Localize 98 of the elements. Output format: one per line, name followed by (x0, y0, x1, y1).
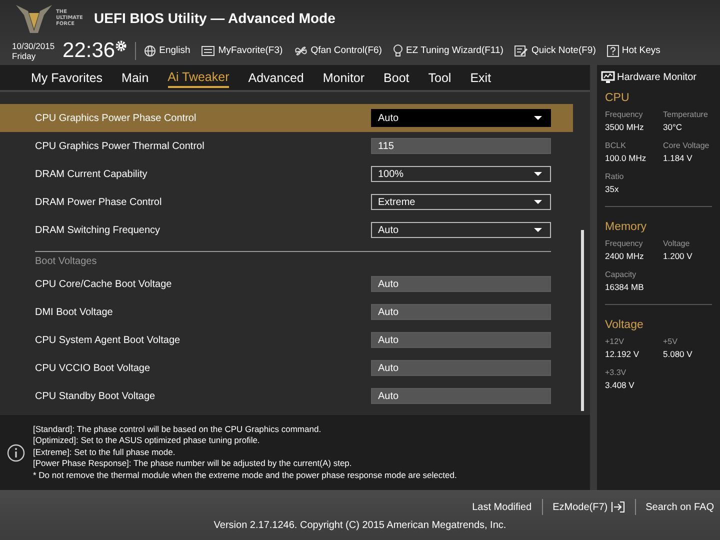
globe-icon (144, 44, 156, 56)
dropdown[interactable]: Auto (371, 109, 551, 127)
menu-tab[interactable]: Ai Tweaker (168, 68, 230, 88)
toolbar-button[interactable]: Quick Note(F9) (514, 44, 596, 56)
dropdown[interactable]: 100% (371, 166, 551, 182)
metric-label: Capacity (605, 270, 638, 279)
metric-label: +5V (663, 337, 678, 346)
metric-value: 16384 MB (605, 282, 645, 292)
setting-label: CPU System Agent Boot Voltage (35, 334, 180, 346)
metric-value: 35x (605, 184, 620, 194)
caret-icon (534, 116, 542, 120)
metric-value: 12.192 V (605, 349, 640, 359)
value-field[interactable]: Auto (371, 332, 551, 348)
metric-value: 2400 MHz (605, 251, 645, 261)
setting-label: DRAM Switching Frequency (35, 224, 160, 236)
value-field[interactable]: Auto (371, 388, 551, 404)
metric-label: Temperature (663, 110, 709, 119)
footer-link[interactable]: EzMode(F7) (552, 501, 625, 513)
menu-tab[interactable]: My Favorites (31, 68, 103, 86)
metric-label: BCLK (605, 141, 627, 150)
metric-label: Ratio (605, 172, 625, 181)
help-text: [Extreme]: Set to the full phase mode. (33, 446, 176, 458)
settings-icon[interactable] (115, 40, 128, 52)
exit-arrow-icon (610, 501, 625, 513)
value-field[interactable]: Auto (371, 360, 551, 376)
clock-time: 22:36 (62, 38, 116, 62)
dropdown[interactable]: Extreme (371, 194, 551, 210)
section-title: CPU (605, 92, 630, 104)
metric-label: Frequency (605, 239, 644, 248)
note-pencil-icon (514, 44, 528, 56)
metric-value: 1.200 V (663, 251, 694, 261)
metric-label: +12V (605, 337, 625, 346)
toolbar-button[interactable]: Qfan Control(F6) (294, 44, 382, 56)
setting-label: DMI Boot Voltage (35, 306, 113, 318)
value-field[interactable]: Auto (371, 304, 551, 320)
menu-tab[interactable]: Boot (384, 68, 410, 86)
setting-row[interactable]: DRAM Current Capability 100% (0, 160, 573, 188)
metric-label: Frequency (605, 110, 644, 119)
metric-value: 30°C (663, 122, 683, 132)
section-heading: Boot Voltages (35, 256, 97, 267)
metric-label: Voltage (663, 239, 691, 248)
toolbar-button[interactable]: EZ Tuning Wizard(F11) (392, 44, 504, 57)
help-text: * Do not remove the thermal module when the extreme mode and the power phase response mode are selected. (33, 470, 457, 482)
toolbar-button[interactable]: MyFavorite(F3) (201, 44, 283, 56)
metric-label: Core Voltage (663, 141, 710, 150)
info-icon (7, 444, 25, 462)
setting-label: CPU Core/Cache Boot Voltage (35, 278, 172, 290)
caret-icon (534, 228, 542, 232)
value-field[interactable]: Auto (371, 276, 551, 292)
metric-value: 5.080 V (663, 349, 694, 359)
light-bulb-icon (392, 44, 403, 57)
section-title: Voltage (605, 319, 644, 331)
menu-tab[interactable]: Exit (470, 68, 492, 86)
help-text: [Optimized]: Set to the ASUS optimized phase tuning profile. (33, 435, 261, 447)
footer-link[interactable]: Last Modified (472, 502, 532, 512)
dropdown[interactable]: Auto (371, 222, 551, 238)
setting-row[interactable]: CPU System Agent Boot Voltage Auto (0, 326, 573, 354)
metric-value: 100.0 MHz (605, 153, 648, 163)
setting-row[interactable]: CPU Graphics Power Thermal Control 115 (0, 132, 573, 160)
list-window-icon (201, 44, 216, 56)
setting-row[interactable]: CPU Graphics Power Phase Control Auto (0, 104, 573, 132)
setting-label: DRAM Power Phase Control (35, 196, 162, 208)
toolbar-button[interactable]: Hot Keys (606, 44, 660, 56)
menu-tab[interactable]: Advanced (248, 68, 304, 86)
help-text: [Standard]: The phase control will be based on the CPU Graphics command. (33, 424, 322, 436)
footer-link[interactable]: Search on FAQ (646, 502, 714, 512)
metric-value: 1.184 V (663, 153, 694, 163)
day-text: Friday (12, 50, 37, 60)
setting-label: CPU Graphics Power Phase Control (35, 112, 196, 124)
setting-label: CPU Graphics Power Thermal Control (35, 140, 204, 152)
setting-row[interactable]: CPU VCCIO Boot Voltage Auto (0, 354, 573, 382)
metric-value: 3.408 V (605, 380, 636, 390)
monitor-icon (601, 71, 615, 84)
caret-icon (534, 200, 542, 204)
value-field[interactable]: 115 (371, 138, 551, 154)
date-text: 10/30/2015 (12, 40, 55, 50)
metric-value: 3500 MHz (605, 122, 645, 132)
setting-row[interactable]: CPU Standby Boot Voltage Auto (0, 382, 573, 410)
setting-row[interactable]: DRAM Power Phase Control Extreme (0, 188, 573, 216)
help-icon (606, 44, 619, 56)
menu-tab[interactable]: Tool (428, 68, 452, 86)
window-title: UEFI BIOS Utility — Advanced Mode (94, 10, 336, 26)
setting-row[interactable]: DRAM Switching Frequency Auto (0, 216, 573, 244)
setting-label: DRAM Current Capability (35, 168, 148, 180)
help-text: [Power Phase Response]: The phase number will be adjusted by the current(A) step. (33, 458, 353, 470)
setting-label: CPU Standby Boot Voltage (35, 390, 156, 402)
version-text: Version 2.17.1246. Copyright (C) 2015 American Megatrends, Inc. (214, 520, 506, 531)
menu-tab[interactable]: Main (122, 68, 149, 86)
setting-row[interactable]: DMI Boot Voltage Auto (0, 298, 573, 326)
section-title: Memory (605, 221, 647, 233)
caret-icon (534, 172, 542, 176)
menu-tab[interactable]: Monitor (322, 68, 365, 86)
toolbar-button[interactable]: English (144, 44, 190, 56)
scrollbar-thumb[interactable] (581, 230, 584, 411)
panel-title: Hardware Monitor (617, 72, 696, 83)
setting-label: CPU VCCIO Boot Voltage (35, 362, 150, 374)
setting-row[interactable]: CPU Core/Cache Boot Voltage Auto (0, 270, 573, 298)
metric-label: +3.3V (605, 368, 628, 377)
